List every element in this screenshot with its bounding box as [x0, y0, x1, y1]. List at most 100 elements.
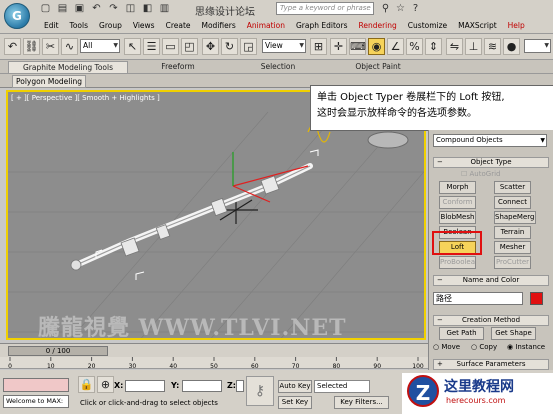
menu-views[interactable]: Views: [129, 21, 159, 30]
get-shape-button[interactable]: Get Shape: [491, 327, 536, 340]
menu-group[interactable]: Group: [95, 21, 126, 30]
blobmesh-button[interactable]: BlobMesh: [439, 211, 476, 224]
snap-toggle-icon[interactable]: ◉: [368, 38, 385, 55]
absolute-mode-icon[interactable]: ⊕: [97, 376, 114, 393]
undo-icon[interactable]: ↶: [91, 3, 102, 14]
y-coordinate-field[interactable]: [182, 380, 222, 392]
key-filters-button[interactable]: Key Filters...: [334, 396, 389, 409]
tab-freeform[interactable]: Freeform: [128, 61, 228, 73]
search-input[interactable]: Type a keyword or phrase: [276, 2, 374, 15]
name-and-color-rollout[interactable]: − Name and Color: [433, 275, 549, 286]
menu-create[interactable]: Create: [162, 21, 195, 30]
window-crossing-icon[interactable]: ◰: [181, 38, 198, 55]
angle-snap-icon[interactable]: ∠: [387, 38, 404, 55]
shapemerge-button[interactable]: ShapeMerge: [494, 211, 536, 224]
select-by-name-icon[interactable]: ☰: [143, 38, 160, 55]
morph-button[interactable]: Morph: [439, 181, 476, 194]
maxscript-listener-field[interactable]: [3, 378, 69, 392]
menu-customize[interactable]: Customize: [404, 21, 451, 30]
menu-help[interactable]: Help: [504, 21, 529, 30]
menu-edit[interactable]: Edit: [40, 21, 63, 30]
menu-rendering[interactable]: Rendering: [354, 21, 400, 30]
lock-selection-icon[interactable]: 🔒: [78, 376, 95, 393]
star-icon[interactable]: ☆: [395, 3, 406, 14]
instance-radio[interactable]: ◉ Instance: [507, 343, 545, 351]
undo-toolbar-icon[interactable]: ↶: [4, 38, 21, 55]
scatter-button[interactable]: Scatter: [494, 181, 531, 194]
open-folder-icon[interactable]: ▤: [57, 3, 68, 14]
bind-space-warp-icon[interactable]: ∿: [61, 38, 78, 55]
percent-snap-icon[interactable]: %: [406, 38, 423, 55]
tab-object-paint[interactable]: Object Paint: [328, 61, 428, 73]
select-rotate-icon[interactable]: ↻: [221, 38, 238, 55]
select-manipulate-icon[interactable]: ✛: [330, 38, 347, 55]
select-move-icon[interactable]: ✥: [202, 38, 219, 55]
render-type-dropdown[interactable]: [524, 39, 551, 53]
move-radio[interactable]: ○ Move: [433, 343, 460, 351]
menu-maxscript[interactable]: MAXScript: [454, 21, 501, 30]
quick-access-toolbar: ▢ ▤ ▣ ↶ ↷ ◫ ◧ ▥: [40, 3, 170, 15]
menu-tools[interactable]: Tools: [66, 21, 92, 30]
creation-method-title: Creation Method: [461, 316, 521, 324]
new-file-icon[interactable]: ▢: [40, 3, 51, 14]
ruler-tick-label: 100: [412, 363, 424, 369]
x-coordinate-field[interactable]: [125, 380, 165, 392]
terrain-button[interactable]: Terrain: [494, 226, 531, 239]
menu-animation[interactable]: Animation: [243, 21, 289, 30]
time-slider[interactable]: 0 / 100: [8, 346, 108, 356]
help-icon[interactable]: ?: [410, 3, 421, 14]
tab-polygon-modeling[interactable]: Polygon Modeling: [12, 75, 86, 88]
fetch-icon[interactable]: ◧: [142, 3, 153, 14]
region-select-icon[interactable]: ▭: [162, 38, 179, 55]
menu-modifiers[interactable]: Modifiers: [198, 21, 240, 30]
creation-method-rollout[interactable]: − Creation Method: [433, 315, 549, 326]
conform-button[interactable]: Conform: [439, 196, 476, 209]
procutter-button[interactable]: ProCutter: [494, 256, 531, 269]
selection-bracket-marks: [95, 149, 319, 280]
reference-coordinate-dropdown[interactable]: View: [262, 39, 306, 53]
object-category-dropdown[interactable]: Compound Objects: [433, 134, 547, 147]
set-key-button[interactable]: Set Key: [278, 396, 312, 409]
track-bar[interactable]: 0 10 20 30 40 50 60 70 80 90 100: [0, 357, 428, 370]
mesher-button[interactable]: Mesher: [494, 241, 531, 254]
get-path-button[interactable]: Get Path: [439, 327, 484, 340]
object-type-rollout[interactable]: − Object Type: [433, 157, 549, 168]
autogrid-checkbox[interactable]: ☐ AutoGrid: [461, 170, 500, 178]
info-center-icons: ⚲ ☆ ?: [380, 3, 421, 14]
z-coordinate-field[interactable]: [236, 380, 244, 392]
surface-parameters-rollout[interactable]: + Surface Parameters: [433, 359, 549, 370]
proboolean-button[interactable]: ProBoolean: [439, 256, 476, 269]
viewcube-ring[interactable]: [367, 131, 409, 149]
viewport-label[interactable]: [ + ][ Perspective ][ Smooth + Highlight…: [11, 94, 160, 102]
x-label: X:: [114, 381, 124, 390]
key-selection-dropdown[interactable]: Selected: [314, 380, 370, 393]
connect-button[interactable]: Connect: [494, 196, 531, 209]
redo-icon[interactable]: ↷: [108, 3, 119, 14]
menu-graph-editors[interactable]: Graph Editors: [292, 21, 352, 30]
project-folder-icon[interactable]: ▥: [159, 3, 170, 14]
select-object-icon[interactable]: ↖: [124, 38, 141, 55]
object-color-swatch[interactable]: [530, 292, 543, 305]
spinner-snap-icon[interactable]: ⇕: [425, 38, 442, 55]
object-name-field[interactable]: 路径: [433, 292, 523, 305]
curve-editor-icon[interactable]: ≋: [484, 38, 501, 55]
save-icon[interactable]: ▣: [74, 3, 85, 14]
hold-icon[interactable]: ◫: [125, 3, 136, 14]
pivot-center-icon[interactable]: ⊞: [310, 38, 327, 55]
tab-selection[interactable]: Selection: [228, 61, 328, 73]
selection-filter-dropdown[interactable]: All: [80, 39, 120, 53]
tutorial-callout: 单击 Object Typer 卷展栏下的 Loft 按钮, 这时会显示放样命令…: [310, 85, 553, 131]
auto-key-button[interactable]: Auto Key: [278, 380, 312, 393]
unlink-icon[interactable]: ✂: [42, 38, 59, 55]
mirror-icon[interactable]: ⇋: [446, 38, 463, 55]
align-icon[interactable]: ⊥: [465, 38, 482, 55]
material-editor-icon[interactable]: ●: [503, 38, 520, 55]
binoculars-icon[interactable]: ⚲: [380, 3, 391, 14]
select-scale-icon[interactable]: ◲: [240, 38, 257, 55]
keyboard-shortcut-icon[interactable]: ⌨: [349, 38, 366, 55]
app-logo-button[interactable]: G: [4, 3, 30, 29]
tab-graphite-modeling-tools[interactable]: Graphite Modeling Tools: [8, 61, 128, 73]
copy-radio[interactable]: ○ Copy: [471, 343, 497, 351]
link-icon[interactable]: ⛓: [23, 38, 40, 55]
key-icon[interactable]: ⚷: [246, 376, 274, 406]
